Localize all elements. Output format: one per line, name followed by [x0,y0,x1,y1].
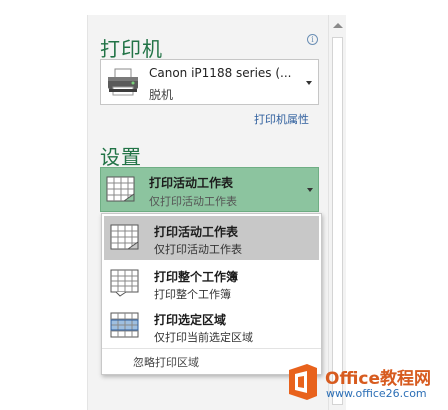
selected-option-title: 打印活动工作表 [149,176,234,190]
selected-option-subtitle: 仅打印活动工作表 [149,195,237,208]
info-icon[interactable]: i [307,34,318,45]
watermark-brand: Office教程网 [325,369,432,389]
menu-item-subtitle: 仅打印当前选定区域 [154,331,253,344]
vertical-scrollbar[interactable] [328,15,346,410]
office-logo-icon [289,364,317,400]
menu-item-subtitle: 仅打印活动工作表 [154,243,242,256]
watermark-url: www.office26.com [326,387,427,400]
print-scope-dropdown[interactable]: 打印活动工作表 仅打印活动工作表 [100,167,319,212]
printer-dropdown[interactable]: Canon iP1188 series (... 脱机 [100,59,319,105]
chevron-down-icon [306,81,312,85]
printer-section-title: 打印机 [100,37,163,61]
watermark-logo: Office教程网 www.office26.com [285,360,445,406]
scroll-up-arrow-icon[interactable] [333,23,343,28]
menu-item-title: 打印整个工作簿 [154,270,239,284]
workbook-icon [110,269,139,297]
active-sheet-icon [106,176,135,202]
chevron-down-icon [307,188,313,192]
active-sheet-icon [110,224,139,250]
printer-status: 脱机 [149,88,174,102]
menu-item-subtitle: 打印整个工作簿 [154,288,231,301]
selection-icon [110,312,139,338]
menu-item-print-selection[interactable]: 打印选定区域 仅打印当前选定区域 [104,305,319,349]
settings-section-title: 设置 [100,145,142,169]
menu-item-title: 打印选定区域 [154,313,227,327]
print-scope-menu: 打印活动工作表 仅打印活动工作表 打印整个工作簿 打印整个工作簿 打印选定区域 … [101,213,322,375]
scroll-thumb[interactable] [332,37,343,405]
menu-item-label: 忽略打印区域 [133,356,199,369]
menu-item-title: 打印活动工作表 [154,225,239,239]
printer-name: Canon iP1188 series (... [149,66,292,80]
menu-item-print-active-sheets[interactable]: 打印活动工作表 仅打印活动工作表 [104,216,319,260]
printer-properties-link[interactable]: 打印机属性 [254,111,309,127]
menu-item-print-entire-workbook[interactable]: 打印整个工作簿 打印整个工作簿 [104,261,319,305]
printer-icon [108,68,138,96]
